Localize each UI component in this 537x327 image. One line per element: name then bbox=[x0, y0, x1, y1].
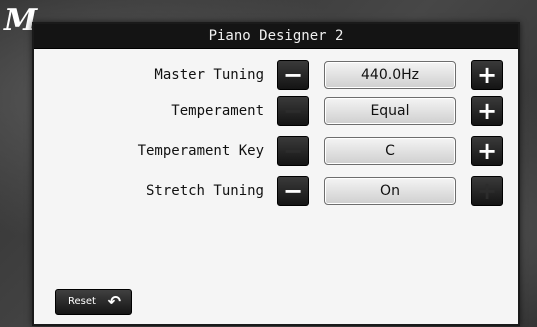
stretch-tuning-increase-button[interactable]: + bbox=[471, 176, 503, 206]
row-master-tuning: Master Tuning − 440.0Hz + bbox=[34, 60, 518, 90]
row-stretch-tuning: Stretch Tuning − On + bbox=[34, 176, 518, 206]
master-tuning-decrease-button[interactable]: − bbox=[277, 60, 309, 90]
temperament-key-increase-button[interactable]: + bbox=[471, 136, 503, 166]
row-temperament-key: Temperament Key − C + bbox=[34, 136, 518, 166]
temperament-label: Temperament bbox=[171, 103, 264, 119]
stretch-tuning-decrease-button[interactable]: − bbox=[277, 176, 309, 206]
master-tuning-increase-button[interactable]: + bbox=[471, 60, 503, 90]
reset-button[interactable]: Reset ↶ bbox=[55, 289, 132, 315]
reset-label: Reset bbox=[68, 296, 96, 307]
temperament-value[interactable]: Equal bbox=[324, 97, 456, 125]
temperament-key-label: Temperament Key bbox=[137, 143, 264, 159]
temperament-decrease-button[interactable]: − bbox=[277, 96, 309, 126]
temperament-key-value[interactable]: C bbox=[324, 137, 456, 165]
master-tuning-value[interactable]: 440.0Hz bbox=[324, 61, 456, 89]
temperament-key-decrease-button[interactable]: − bbox=[277, 136, 309, 166]
piano-designer-dialog: Piano Designer 2 Master Tuning − 440.0Hz… bbox=[32, 22, 520, 326]
temperament-increase-button[interactable]: + bbox=[471, 96, 503, 126]
undo-arrow-icon: ↶ bbox=[107, 292, 121, 311]
row-temperament: Temperament − Equal + bbox=[34, 96, 518, 126]
master-tuning-label: Master Tuning bbox=[154, 67, 264, 83]
dialog-title: Piano Designer 2 bbox=[34, 24, 518, 49]
stretch-tuning-label: Stretch Tuning bbox=[145, 183, 264, 199]
stretch-tuning-value[interactable]: On bbox=[324, 177, 456, 205]
